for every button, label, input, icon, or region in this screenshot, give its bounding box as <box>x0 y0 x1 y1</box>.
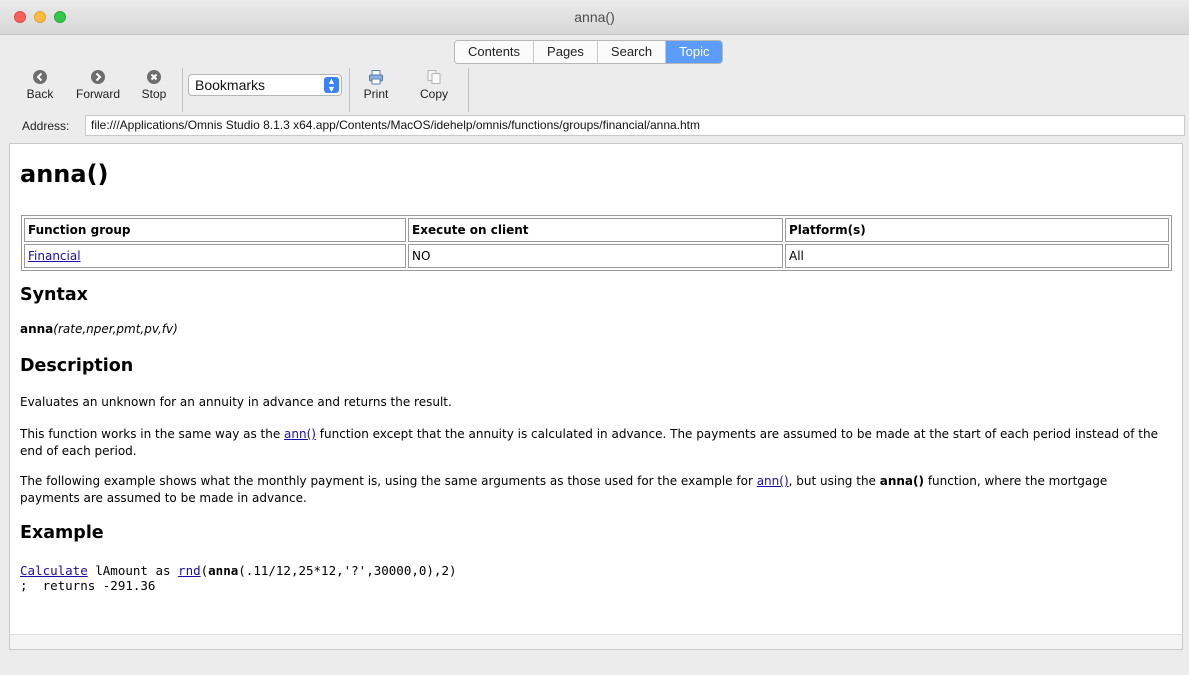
description-paragraph: Evaluates an unknown for an annuity in a… <box>20 395 452 409</box>
text-run: The following example shows what the mon… <box>20 474 757 488</box>
syntax-line: anna(rate,nper,pmt,pv,fv) <box>20 321 1160 338</box>
help-content: anna() Function group Execute on client … <box>9 143 1183 650</box>
toolbar: Back Forward Stop Bookmarks ▲ ▼ Print Co… <box>0 66 1189 114</box>
select-chevron-icon: ▲ ▼ <box>324 77 339 94</box>
tab-topic[interactable]: Topic <box>666 41 723 63</box>
syntax-function-name: anna <box>20 322 54 336</box>
window-bottom-bar <box>0 652 1189 675</box>
toolbar-separator <box>182 68 183 112</box>
description-paragraph: The following example shows what the mon… <box>20 473 1160 507</box>
forward-label: Forward <box>75 87 120 101</box>
anna-function-name: anna() <box>879 474 924 488</box>
back-icon <box>33 70 47 84</box>
title-bar: anna() <box>0 0 1189 35</box>
function-group-link[interactable]: Financial <box>28 249 81 263</box>
code-text: (.11/12,25*12,'?',30000,0),2) <box>238 563 457 578</box>
copy-label: Copy <box>419 87 448 101</box>
description-paragraph: This function works in the same way as t… <box>20 426 1160 460</box>
example-code-comment: ; returns -291.36 <box>20 578 156 593</box>
table-header: Platform(s) <box>785 218 1169 242</box>
stop-label: Stop <box>141 87 167 101</box>
code-anna-name: anna <box>208 563 239 578</box>
table-cell: Financial <box>24 244 406 268</box>
example-code-line: Calculate lAmount as rnd(anna(.11/12,25*… <box>20 563 457 578</box>
table-row: Financial NO All <box>24 244 1169 268</box>
table-header: Execute on client <box>408 218 783 242</box>
syntax-heading: Syntax <box>20 285 88 305</box>
page-title: anna() <box>20 160 109 188</box>
toolbar-separator <box>468 68 469 112</box>
tab-search[interactable]: Search <box>597 41 667 63</box>
example-heading: Example <box>20 523 104 543</box>
ann-link[interactable]: ann() <box>284 427 316 441</box>
text-run: , but using the <box>788 474 880 488</box>
table-header: Function group <box>24 218 406 242</box>
copy-button[interactable]: Copy <box>416 66 452 101</box>
stop-button[interactable]: Stop <box>136 66 172 101</box>
back-label: Back <box>26 87 54 101</box>
print-icon <box>369 70 383 85</box>
address-field[interactable]: file:///Applications/Omnis Studio 8.1.3 … <box>85 115 1185 136</box>
window-title: anna() <box>574 9 615 25</box>
description-heading: Description <box>20 356 134 376</box>
function-info-table: Function group Execute on client Platfor… <box>21 215 1172 271</box>
print-button[interactable]: Print <box>358 66 394 101</box>
help-window: anna() Contents Pages Search Topic Back … <box>0 0 1189 675</box>
back-button[interactable]: Back <box>22 66 58 101</box>
bookmarks-select[interactable]: Bookmarks ▲ ▼ <box>188 74 342 96</box>
rnd-function-link[interactable]: rnd <box>178 563 201 578</box>
syntax-arguments: (rate,nper,pmt,pv,fv) <box>53 322 178 336</box>
tab-contents[interactable]: Contents <box>455 41 535 63</box>
forward-button[interactable]: Forward <box>70 66 126 101</box>
code-text: lAmount as <box>87 563 179 578</box>
view-tabs: Contents Pages Search Topic <box>454 40 724 64</box>
bookmarks-value: Bookmarks <box>195 77 266 93</box>
calculate-command-link[interactable]: Calculate <box>20 563 88 578</box>
table-cell: NO <box>408 244 783 268</box>
ann-link[interactable]: ann() <box>757 474 789 488</box>
print-label: Print <box>363 87 389 101</box>
horizontal-scrollbar[interactable] <box>10 634 1182 649</box>
table-cell: All <box>785 244 1169 268</box>
address-label: Address: <box>22 119 70 133</box>
table-header-row: Function group Execute on client Platfor… <box>24 218 1169 242</box>
toolbar-separator <box>349 68 350 112</box>
tab-pages[interactable]: Pages <box>534 41 598 63</box>
text-run: This function works in the same way as t… <box>20 427 285 441</box>
copy-icon <box>427 70 441 84</box>
stop-icon <box>147 70 161 84</box>
forward-icon <box>91 70 105 84</box>
